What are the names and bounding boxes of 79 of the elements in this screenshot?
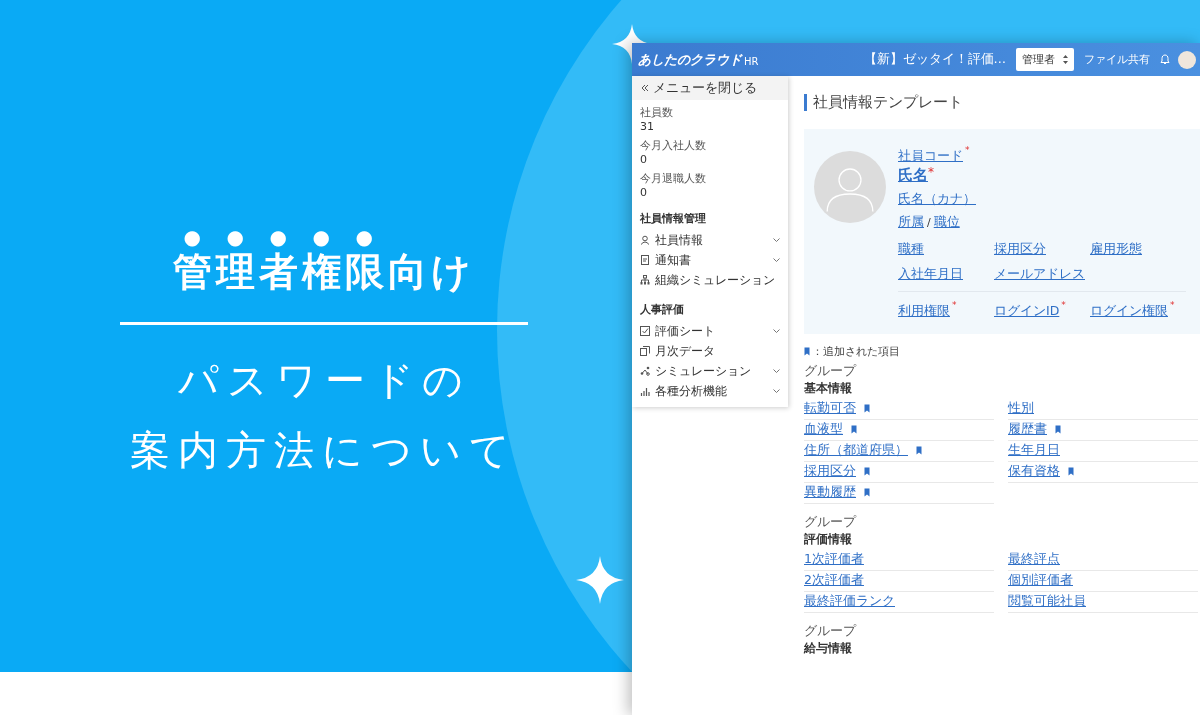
field-link[interactable]: 最終評点 bbox=[1008, 551, 1060, 568]
field-link[interactable]: 2次評価者 bbox=[804, 572, 864, 589]
field-link[interactable]: 職種 bbox=[898, 240, 924, 256]
field-link[interactable]: 異動履歴 bbox=[804, 484, 856, 501]
field-link[interactable]: ログインID bbox=[994, 302, 1060, 318]
section-title: 社員情報管理 bbox=[639, 211, 707, 226]
nodes-icon bbox=[640, 366, 650, 376]
name-link[interactable]: 氏名 bbox=[898, 165, 928, 184]
person-icon bbox=[640, 235, 650, 245]
copy-icon bbox=[640, 346, 650, 356]
sidebar-item[interactable]: 月次データ bbox=[655, 342, 780, 360]
field-link[interactable]: 氏名（カナ） bbox=[898, 190, 976, 206]
banner-subtitle: パスワードの bbox=[177, 355, 471, 405]
group-caption: グループ bbox=[804, 622, 858, 640]
stat-value: 0 bbox=[640, 153, 648, 166]
file-share-link[interactable]: ファイル共有 bbox=[1084, 52, 1150, 67]
sidebar-item[interactable]: 評価シート bbox=[655, 322, 768, 340]
group-title: 基本情報 bbox=[804, 379, 853, 397]
notice-link[interactable]: 【新】ゼッタイ！評価… bbox=[863, 51, 1006, 68]
bell-icon bbox=[1160, 54, 1170, 65]
close-menu-button[interactable]: メニューを閉じる bbox=[632, 76, 788, 100]
stat-label: 今月退職人数 bbox=[640, 171, 707, 186]
required-mark: * bbox=[952, 299, 957, 310]
separator: / bbox=[927, 215, 931, 229]
bar-chart-icon bbox=[640, 386, 650, 396]
field-link[interactable]: 社員コード bbox=[898, 147, 963, 163]
field-link[interactable]: 住所（都道府県） bbox=[804, 442, 908, 459]
required-mark: * bbox=[1061, 299, 1066, 310]
field-link[interactable]: 利用権限 bbox=[898, 302, 950, 318]
double-chevron-icon bbox=[641, 84, 649, 92]
field-link[interactable]: ログイン権限 bbox=[1090, 302, 1168, 318]
logo[interactable]: あしたのクラウド bbox=[638, 50, 742, 69]
logo-suffix: HR bbox=[744, 55, 759, 67]
sort-caret-icon bbox=[1063, 55, 1068, 64]
group-title: 給与情報 bbox=[804, 639, 853, 657]
section-title: 人事評価 bbox=[639, 302, 685, 317]
org-chart-icon bbox=[640, 275, 650, 285]
sidebar-item[interactable]: シミュレーション bbox=[655, 362, 768, 380]
field-link[interactable]: 採用区分 bbox=[804, 463, 856, 480]
field-link[interactable]: 血液型 bbox=[804, 421, 843, 438]
group-caption: グループ bbox=[804, 513, 858, 531]
document-icon bbox=[640, 255, 650, 265]
sidebar-item[interactable]: 各種分析機能 bbox=[655, 382, 768, 400]
field-link[interactable]: 所属 bbox=[898, 213, 924, 229]
sparkle-icon bbox=[576, 556, 624, 604]
checkbox-icon bbox=[640, 326, 650, 336]
stat-value: 31 bbox=[640, 120, 655, 133]
banner-title: 管理者権限向け bbox=[173, 248, 475, 296]
role-select[interactable]: 管理者 bbox=[1016, 48, 1074, 71]
field-link[interactable]: 保有資格 bbox=[1008, 463, 1060, 480]
field-link[interactable]: 生年月日 bbox=[1008, 442, 1060, 459]
bookmark-icon bbox=[804, 346, 810, 356]
stat-label: 社員数 bbox=[640, 105, 674, 120]
group-title: 評価情報 bbox=[804, 530, 853, 548]
group-caption: グループ bbox=[804, 362, 858, 380]
field-link[interactable]: 転勤可否 bbox=[804, 400, 856, 417]
legend-text: ：追加された項目 bbox=[812, 343, 900, 359]
field-link[interactable]: 履歴書 bbox=[1008, 421, 1047, 438]
required-mark: * bbox=[965, 144, 970, 155]
field-link[interactable]: メールアドレス bbox=[994, 265, 1085, 281]
required-mark: * bbox=[1170, 299, 1175, 310]
user-avatar[interactable] bbox=[1178, 50, 1196, 69]
sidebar-item[interactable]: 組織シミュレーション bbox=[655, 271, 780, 289]
banner-subtitle: 案内方法について bbox=[130, 425, 518, 475]
field-link[interactable]: 性別 bbox=[1008, 400, 1034, 417]
field-link[interactable]: 採用区分 bbox=[994, 240, 1046, 256]
page-title: 社員情報テンプレート bbox=[804, 94, 1200, 111]
stat-label: 今月入社人数 bbox=[640, 138, 707, 153]
sidebar-item[interactable]: 通知書 bbox=[655, 251, 768, 269]
field-link[interactable]: 最終評価ランク bbox=[804, 593, 895, 610]
required-mark: * bbox=[928, 164, 934, 179]
field-link[interactable]: 個別評価者 bbox=[1008, 572, 1073, 589]
field-link[interactable]: 入社年月日 bbox=[898, 265, 963, 281]
field-link[interactable]: 1次評価者 bbox=[804, 551, 864, 568]
field-link[interactable]: 雇用形態 bbox=[1090, 240, 1142, 256]
sidebar-item[interactable]: 社員情報 bbox=[655, 231, 768, 249]
field-link[interactable]: 閲覧可能社員 bbox=[1008, 593, 1086, 610]
field-link[interactable]: 職位 bbox=[933, 213, 960, 229]
stat-value: 0 bbox=[640, 186, 648, 199]
